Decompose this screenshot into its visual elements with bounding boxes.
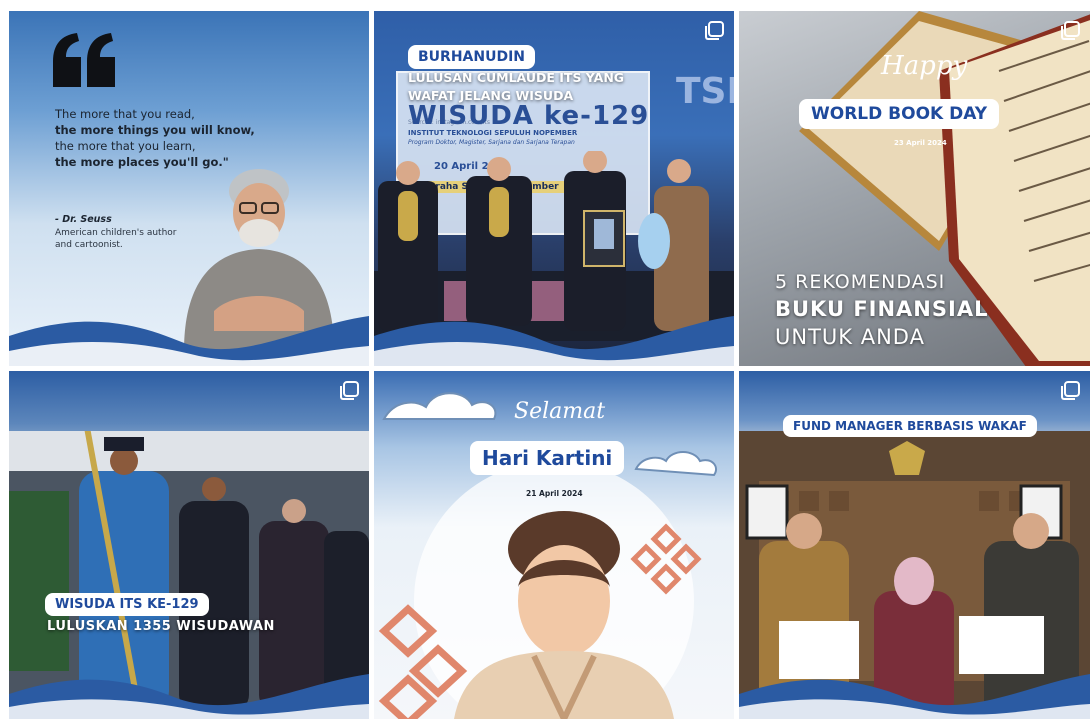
quote-line-3: the more that you learn,: [55, 139, 196, 153]
world-book-day-date: 23 April 2024: [894, 139, 947, 147]
post-tile-4[interactable]: WISUDA ITS KE-129 LULUSKAN 1355 WISUDAWA…: [9, 371, 369, 719]
carousel-icon: [705, 21, 724, 40]
quote-author: - Dr. Seuss: [55, 214, 112, 225]
post-tile-1[interactable]: The more that you read, the more things …: [9, 11, 369, 366]
rekomendasi-line-3: UNTUK ANDA: [775, 325, 925, 349]
quote-line-1: The more that you read,: [55, 107, 195, 121]
hari-kartini-title: Hari Kartini: [470, 441, 625, 475]
quote-line-2: the more things you will know,: [55, 123, 255, 137]
bottom-wave: [9, 674, 369, 719]
post-tile-5[interactable]: Selamat Hari Kartini 21 April 2024: [374, 371, 734, 719]
headline-text: LULUSAN CUMLAUDE ITS YANG WAFAT JELANG W…: [408, 70, 625, 103]
bottom-wave: [9, 316, 369, 366]
hari-kartini-date: 21 April 2024: [526, 489, 583, 498]
bottom-wave: [739, 674, 1090, 719]
banner-programs: Program Doktor, Magister, Sarjana dan Sa…: [408, 139, 575, 146]
rekomendasi-line-1: 5 REKOMENDASI: [775, 271, 946, 293]
banner-institute: INSTITUT TEKNOLOGI SEPULUH NOPEMBER: [408, 129, 578, 137]
wisuda-title: WISUDA ITS KE-129: [45, 593, 209, 616]
quote-mark-icon: [53, 33, 115, 87]
happy-script: Happy: [881, 51, 968, 81]
carousel-icon: [340, 381, 359, 400]
side-letters: TSP: [676, 71, 734, 112]
post-tile-2[interactable]: Sources: instagram.com/its WISUDA ke-129…: [374, 11, 734, 366]
carousel-icon: [1061, 381, 1080, 400]
kartini-portrait: [454, 511, 674, 719]
post-tile-6[interactable]: FUND MANAGER BERBASIS WAKAF: [739, 371, 1090, 719]
post-tile-3[interactable]: Happy WORLD BOOK DAY 23 April 2024 5 REK…: [739, 11, 1090, 366]
wisuda-subtitle: LULUSKAN 1355 WISUDAWAN: [47, 619, 275, 634]
rekomendasi-line-2: BUKU FINANSIAL: [775, 297, 989, 321]
carousel-icon: [1061, 21, 1080, 40]
fund-manager-title: FUND MANAGER BERBASIS WAKAF: [783, 415, 1037, 437]
banner-title: WISUDA ke-129: [408, 101, 650, 131]
selamat-script: Selamat: [514, 399, 606, 424]
headline-name: BURHANUDIN: [408, 45, 536, 69]
world-book-day-title: WORLD BOOK DAY: [799, 99, 1000, 129]
bottom-wave: [374, 316, 734, 366]
